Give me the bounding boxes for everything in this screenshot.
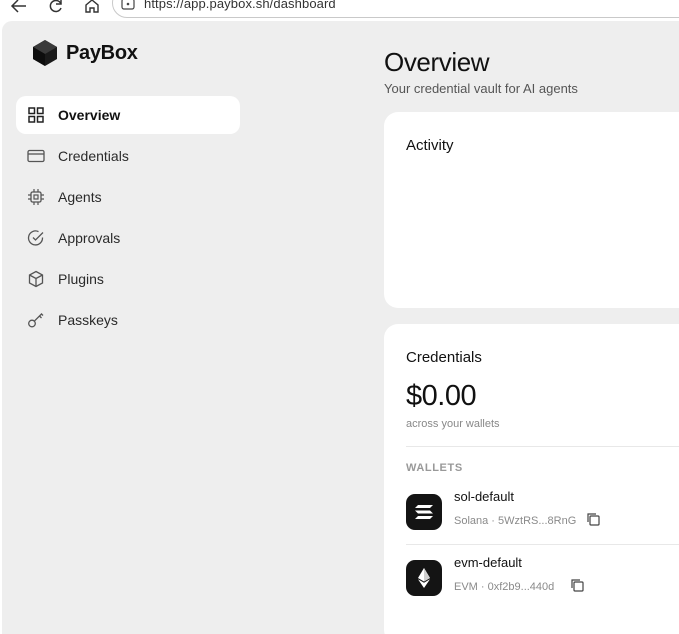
wallet-name: sol-default [454,489,514,504]
sidebar-item-label: Approvals [58,230,121,246]
wallets-heading: WALLETS [406,462,463,474]
back-icon[interactable] [10,0,28,15]
sidebar-item-passkeys[interactable]: Passkeys [16,301,240,339]
url-text[interactable]: https://app.paybox.sh/dashboard [144,0,336,11]
wallet-address: EVM · 0xf2b9...440d [454,581,555,593]
reload-icon[interactable] [47,0,65,15]
credentials-title: Credentials [406,349,482,366]
sidebar-item-label: Passkeys [58,312,118,328]
sidebar-item-label: Credentials [58,148,129,164]
browser-toolbar: https://app.paybox.sh/dashboard [0,0,679,18]
paybox-logo-icon [33,40,57,66]
divider [406,544,679,545]
sidebar-item-label: Overview [58,107,121,123]
copy-icon[interactable] [586,512,600,526]
key-icon [28,313,44,328]
activity-title: Activity [406,137,454,154]
activity-card: Activity [384,112,679,308]
sidebar-item-plugins[interactable]: Plugins [16,260,240,298]
divider [406,446,679,447]
sidebar-item-overview[interactable]: Overview [16,96,240,134]
total-balance: $0.00 [406,380,477,412]
sidebar-item-credentials[interactable]: Credentials [16,137,240,175]
cube-icon [28,270,44,288]
sidebar-item-approvals[interactable]: Approvals [16,219,240,257]
brand-name: PayBox [66,41,138,64]
sidebar-item-label: Agents [58,189,102,205]
page-title: Overview [384,47,490,77]
wallet-name: evm-default [454,555,522,570]
chip-icon [28,189,44,205]
balance-caption: across your wallets [406,418,500,430]
sidebar-item-label: Plugins [58,271,104,287]
solana-icon [406,494,442,530]
credentials-card: Credentials $0.00 across your wallets WA… [384,324,679,634]
wallet-address: Solana · 5WztRS...8RnG [454,515,577,527]
site-info-icon[interactable] [120,0,136,12]
check-circle-icon [27,230,44,246]
home-icon[interactable] [83,0,101,15]
ethereum-icon [406,560,442,596]
page-subtitle: Your credential vault for AI agents [384,81,578,96]
card-icon [27,149,45,163]
grid-icon [28,107,44,123]
copy-icon[interactable] [570,578,584,592]
sidebar-item-agents[interactable]: Agents [16,178,240,216]
brand-logo[interactable]: PayBox [32,39,138,67]
